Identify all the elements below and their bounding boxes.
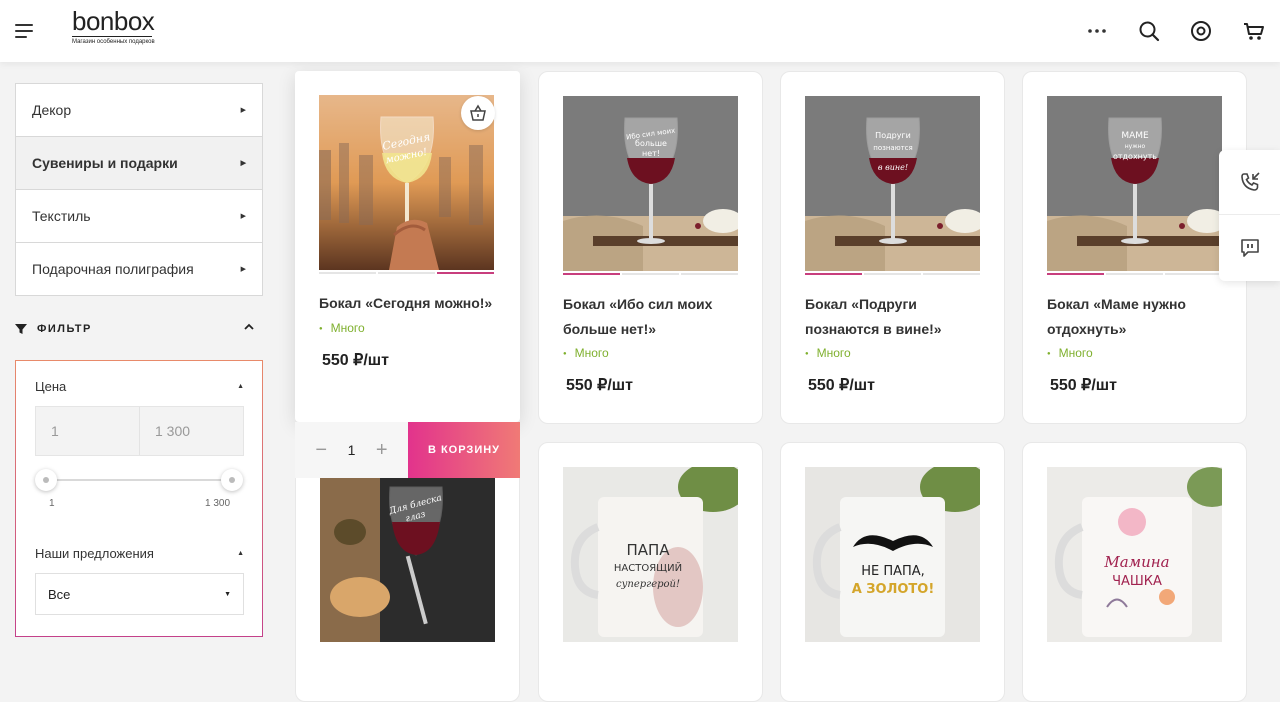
image-pagination [805,273,980,275]
callback-icon[interactable] [1219,150,1280,215]
chevron-right-icon: ▶ [240,266,246,273]
offers-section-title[interactable]: Наши предложения [35,546,154,561]
category-label: Текстиль [32,208,91,224]
product-card[interactable]: Для блеска глаз [295,442,520,702]
svg-text:Подруги: Подруги [875,131,911,140]
slider-min-label: 1 [49,498,55,509]
chat-icon[interactable] [1219,215,1280,280]
filter-toggle[interactable]: ФИЛЬТР [15,318,263,340]
svg-text:в вине!: в вине! [878,163,908,172]
svg-text:НЕ ПАПА,: НЕ ПАПА, [861,564,925,579]
product-card[interactable]: Сегодня можно! Бокал «Сегодня можно!» Мн… [295,71,520,422]
increase-button[interactable]: + [372,439,392,462]
price-slider-track[interactable] [46,479,232,481]
svg-text:отдохнуть: отдохнуть [1113,152,1157,161]
filter-title: ФИЛЬТР [37,323,92,335]
collapse-icon[interactable]: ▲ [237,550,244,557]
product-card[interactable]: НЕ ПАПА, А ЗОЛОТО! [780,442,1005,702]
svg-text:ПАПА: ПАПА [626,541,670,559]
cart-icon[interactable] [1242,19,1266,43]
logo-subtitle: Магазин особенных подарков [72,39,155,45]
menu-icon[interactable] [15,24,33,38]
product-card[interactable]: Ибо сил моих больше нет! Бокал «Ибо сил … [538,71,763,424]
collapse-icon[interactable]: ▲ [237,383,244,390]
svg-text:супергерой!: супергерой! [616,579,680,590]
product-image[interactable]: Ибо сил моих больше нет! [563,96,738,271]
category-label: Декор [32,102,72,118]
filter-icon [15,324,27,334]
product-name[interactable]: Бокал «Сегодня можно!» [319,291,499,316]
product-card[interactable]: Подруги познаются в вине! Бокал «Подруги… [780,71,1005,424]
stock-status: Много [319,321,365,335]
chevron-up-icon [244,323,254,330]
svg-text:больше: больше [635,139,667,148]
header: bonbox Магазин особенных подарков [0,0,1280,62]
category-item-printing[interactable]: Подарочная полиграфия ▶ [15,242,263,296]
product-image[interactable]: Мамина ЧАШКА [1047,467,1222,642]
add-to-cart-button[interactable]: В КОРЗИНУ [408,422,520,478]
product-price: 550 ₽/шт [1050,377,1117,394]
more-icon[interactable] [1085,19,1109,43]
price-slider-max-handle[interactable] [221,469,243,491]
product-price: 550 ₽/шт [808,377,875,394]
category-label: Сувениры и подарки [32,155,178,171]
slider-max-label: 1 300 [205,498,231,509]
chevron-right-icon: ▶ [240,160,246,167]
offers-select[interactable]: Все ▼ [35,573,244,615]
product-name[interactable]: Бокал «Ибо сил моих больше нет!» [563,292,743,342]
dropdown-icon: ▼ [224,590,231,598]
decrease-button[interactable]: − [311,439,331,462]
price-min-input[interactable]: 1 [36,407,140,455]
category-item-decor[interactable]: Декор ▶ [15,83,263,137]
price-section-title[interactable]: Цена [35,379,66,394]
svg-text:ЧАШКА: ЧАШКА [1112,574,1162,589]
svg-text:познаются: познаются [873,144,912,152]
add-to-cart-bar: − 1 + В КОРЗИНУ [295,422,520,478]
svg-text:А ЗОЛОТО!: А ЗОЛОТО! [852,582,935,597]
stock-status: Много [805,346,851,360]
price-max-input[interactable]: 1 300 [140,407,243,455]
product-image[interactable]: МАМЕ нужно отдохнуть [1047,96,1222,271]
account-icon[interactable] [1189,19,1213,43]
product-image[interactable]: Подруги познаются в вине! [805,96,980,271]
stock-status: Много [1047,346,1093,360]
svg-text:МАМЕ: МАМЕ [1121,131,1149,141]
svg-text:Мамина: Мамина [1103,553,1169,571]
chevron-right-icon: ▶ [240,107,246,114]
image-pagination [1047,273,1222,275]
chevron-right-icon: ▶ [240,213,246,220]
logo-text: bonbox [72,6,155,36]
image-pagination [563,273,738,275]
filter-panel: Цена ▲ 1 1 300 1 1 300 Наши предложения … [15,360,263,637]
category-label: Подарочная полиграфия [32,261,194,277]
quantity-value[interactable]: 1 [348,442,356,458]
product-image[interactable]: НЕ ПАПА, А ЗОЛОТО! [805,467,980,642]
quantity-stepper: − 1 + [295,422,408,478]
search-icon[interactable] [1137,19,1161,43]
product-card[interactable]: ПАПА НАСТОЯЩИЙ супергерой! [538,442,763,702]
product-name[interactable]: Бокал «Маме нужно отдохнуть» [1047,292,1227,342]
category-item-textile[interactable]: Текстиль ▶ [15,189,263,243]
svg-text:нет!: нет! [642,149,660,158]
product-image[interactable]: ПАПА НАСТОЯЩИЙ супергерой! [563,467,738,642]
product-card[interactable]: МАМЕ нужно отдохнуть Бокал «Маме нужно о… [1022,71,1247,424]
logo[interactable]: bonbox Магазин особенных подарков [72,6,155,45]
stock-status: Много [563,346,609,360]
price-slider-min-handle[interactable] [35,469,57,491]
product-card[interactable]: Мамина ЧАШКА [1022,442,1247,702]
svg-text:нужно: нужно [1125,143,1146,150]
product-price: 550 ₽/шт [566,377,633,394]
image-pagination [319,272,494,274]
category-list: Декор ▶ Сувениры и подарки ▶ Текстиль ▶ … [15,83,263,296]
floating-contact-panel [1219,150,1280,281]
svg-text:НАСТОЯЩИЙ: НАСТОЯЩИЙ [614,561,682,574]
category-item-souvenirs[interactable]: Сувениры и подарки ▶ [15,136,263,190]
product-price: 550 ₽/шт [322,352,389,369]
product-name[interactable]: Бокал «Подруги познаются в вине!» [805,292,985,342]
price-range-inputs: 1 1 300 [35,406,244,456]
add-to-cart-icon[interactable] [461,96,495,130]
product-image[interactable]: Для блеска глаз [320,467,495,642]
offers-selected-value: Все [48,586,71,602]
